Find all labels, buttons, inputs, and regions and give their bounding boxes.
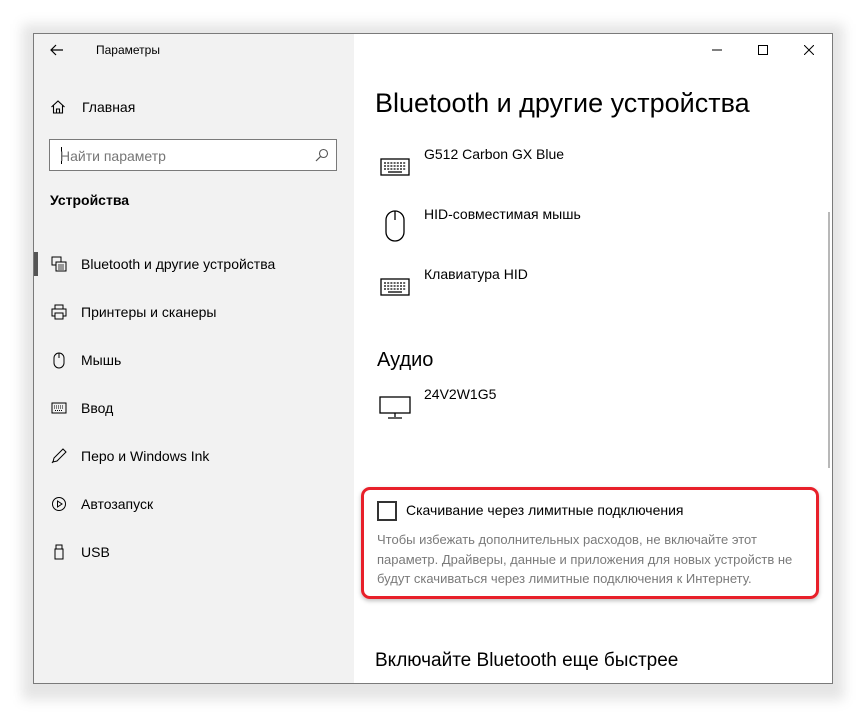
maximize-icon xyxy=(758,45,768,55)
device-item[interactable]: G512 Carbon GX Blue xyxy=(375,146,795,186)
settings-window: Параметры Главная Устройства Bluetooth и… xyxy=(33,33,833,684)
keyboard-icon xyxy=(50,400,68,416)
sidebar-item-printers[interactable]: Принтеры и сканеры xyxy=(34,288,354,336)
sidebar-nav: Bluetooth и другие устройства Принтеры и… xyxy=(34,240,354,576)
home-icon xyxy=(51,100,65,114)
minimize-icon xyxy=(712,49,722,51)
device-name: G512 Carbon GX Blue xyxy=(424,146,565,162)
metered-download-label: Скачивание через лимитные подключения xyxy=(406,502,684,518)
close-button[interactable] xyxy=(786,34,832,66)
minimize-button[interactable] xyxy=(694,34,740,66)
pen-icon xyxy=(50,448,68,464)
sidebar-item-label: Принтеры и сканеры xyxy=(81,304,217,320)
search-input[interactable] xyxy=(58,145,312,167)
usb-icon xyxy=(50,544,68,560)
device-item[interactable]: HID-совместимая мышь xyxy=(375,206,795,246)
audio-device-item[interactable]: 24V2W1G5 xyxy=(375,386,795,426)
device-item[interactable]: Клавиатура HID xyxy=(375,266,795,306)
device-name: HID-совместимая мышь xyxy=(424,206,581,222)
back-arrow-icon xyxy=(50,44,63,56)
app-title: Параметры xyxy=(96,43,160,57)
sidebar-item-autoplay[interactable]: Автозапуск xyxy=(34,480,354,528)
title-bar: Параметры xyxy=(34,34,354,66)
device-name: Клавиатура HID xyxy=(424,266,528,282)
maximize-button[interactable] xyxy=(740,34,786,66)
mouse-icon xyxy=(50,352,68,368)
home-label: Главная xyxy=(82,99,136,115)
main-content: Bluetooth и другие устройства G512 Carbo… xyxy=(354,34,832,683)
sidebar-item-label: Bluetooth и другие устройства xyxy=(81,256,276,272)
sidebar-item-mouse[interactable]: Мышь xyxy=(34,336,354,384)
metered-download-checkbox[interactable] xyxy=(377,501,397,521)
audio-header: Аудио xyxy=(377,349,434,371)
printer-icon xyxy=(50,304,68,320)
search-box[interactable] xyxy=(49,139,337,171)
section-header: Устройства xyxy=(50,192,130,208)
sidebar-item-label: USB xyxy=(81,544,110,560)
sidebar-item-label: Мышь xyxy=(81,352,122,368)
page-title: Bluetooth и другие устройства xyxy=(375,88,750,118)
bluetooth-devices-icon xyxy=(50,256,68,272)
metered-download-description: Чтобы избежать дополнительных расходов, … xyxy=(377,532,793,586)
sidebar-item-input[interactable]: Ввод xyxy=(34,384,354,432)
sidebar-item-label: Автозапуск xyxy=(81,496,154,512)
window-controls xyxy=(694,34,832,66)
sidebar: Параметры Главная Устройства Bluetooth и… xyxy=(34,34,354,683)
bluetooth-faster-header: Включайте Bluetooth еще быстрее xyxy=(375,650,679,671)
sidebar-item-label: Перо и Windows Ink xyxy=(81,448,210,464)
back-button[interactable] xyxy=(44,39,70,61)
autoplay-icon xyxy=(50,496,68,512)
monitor-icon xyxy=(379,386,411,426)
keyboard-icon xyxy=(379,146,411,186)
keyboard-icon xyxy=(379,266,411,306)
sidebar-item-usb[interactable]: USB xyxy=(34,528,354,576)
close-icon xyxy=(804,45,814,55)
scrollbar[interactable] xyxy=(828,212,830,468)
mouse-icon xyxy=(379,206,411,246)
device-name: 24V2W1G5 xyxy=(424,386,497,402)
sidebar-item-home[interactable]: Главная xyxy=(34,92,354,122)
sidebar-item-pen[interactable]: Перо и Windows Ink xyxy=(34,432,354,480)
sidebar-item-label: Ввод xyxy=(81,400,114,416)
search-icon[interactable] xyxy=(315,148,329,162)
sidebar-item-bluetooth[interactable]: Bluetooth и другие устройства xyxy=(34,240,354,288)
